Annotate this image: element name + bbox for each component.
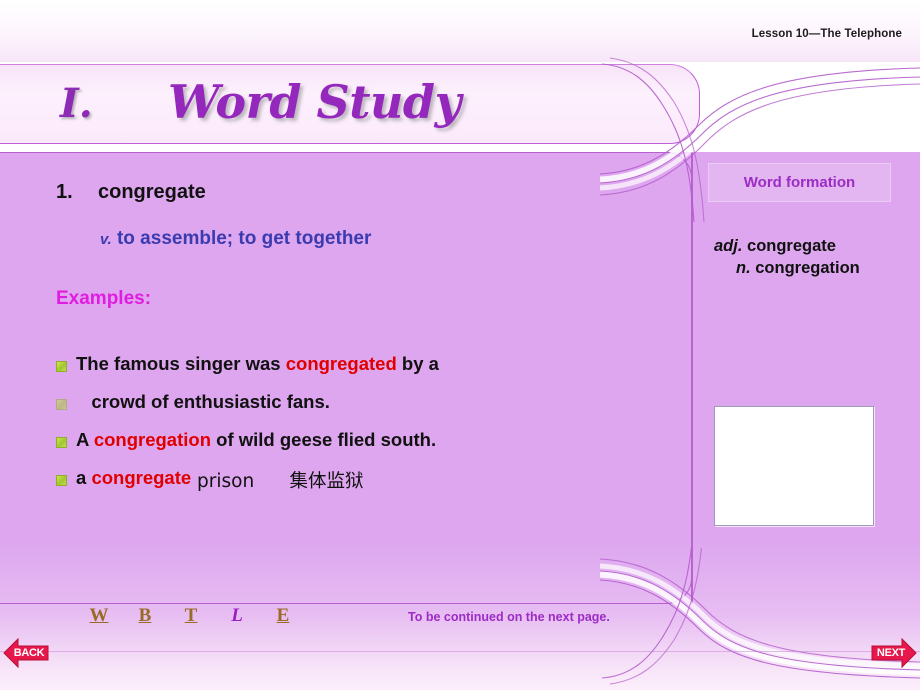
example-highlight: congregation [93,429,211,450]
example-text-before: The famous singer was [76,353,286,374]
square-bullet-icon [56,399,67,410]
image-placeholder [714,406,874,526]
footer-nav-links: W B T L E [76,601,306,631]
word-entry: 1. congregate [56,181,206,204]
square-bullet-icon [56,437,67,448]
example-row: a congregate prison 集体监狱 [56,467,656,505]
example-text-before: crowd of enthusiastic fans. [76,391,330,412]
section-roman-numeral: I. [60,80,93,127]
example-text-after: by a [396,353,439,374]
example-row: The famous singer was congregated by a [56,353,656,391]
example-text-after: of wild geese flied south. [211,429,437,450]
footer-rule [0,651,920,652]
example-row: crowd of enthusiastic fans. [56,391,656,429]
nav-link-w[interactable]: W [76,601,122,631]
example-highlight: congregate [91,467,192,488]
word-formation-box: Word formation [708,163,891,202]
page-title: Word Study [168,75,461,129]
nav-link-t[interactable]: T [168,601,214,631]
example-text-before: a [76,467,92,488]
word-form-abbr: adj. [714,237,743,255]
example-text-before: A [76,429,94,450]
panel-divider [691,152,693,604]
examples-label: Examples: [56,288,152,309]
lesson-title: Lesson 10—The Telephone [751,28,902,40]
nav-link-l[interactable]: L [214,601,260,631]
example-row: A congregation of wild geese flied south… [56,429,656,467]
word-formation-item: n. congregation [708,257,908,279]
left-arrow-icon [3,637,49,669]
square-bullet-icon [56,361,67,372]
back-button[interactable]: BACK [2,633,50,673]
definition-text: to assemble; to get together [116,228,372,249]
nav-link-e[interactable]: E [260,601,306,631]
nav-link-b[interactable]: B [122,601,168,631]
word-formation-list: adj. congregate n. congregation [708,235,908,279]
footer-note: To be continued on the next page. [408,610,610,624]
word-formation-item: adj. congregate [708,235,908,257]
slide-root: Lesson 10—The Telephone I. Word Study 1.… [0,0,920,690]
right-arrow-icon [871,637,917,669]
word-form-word: congregate [742,237,836,255]
word-form-word: congregation [750,259,860,277]
square-bullet-icon [56,475,67,486]
word-formation-title: Word formation [743,174,856,191]
part-of-speech: v. [100,231,112,248]
example-text-after: prison 集体监狱 [191,471,364,492]
example-highlight: congregated [285,353,397,374]
word-form-abbr: n. [736,259,751,277]
next-button[interactable]: NEXT [870,633,918,673]
word-definition: v. to assemble; to get together [100,228,371,250]
word-entry-number: 1. [56,181,73,203]
word-entry-term: congregate [98,181,206,203]
examples-list: The famous singer was congregated by a c… [56,353,656,505]
